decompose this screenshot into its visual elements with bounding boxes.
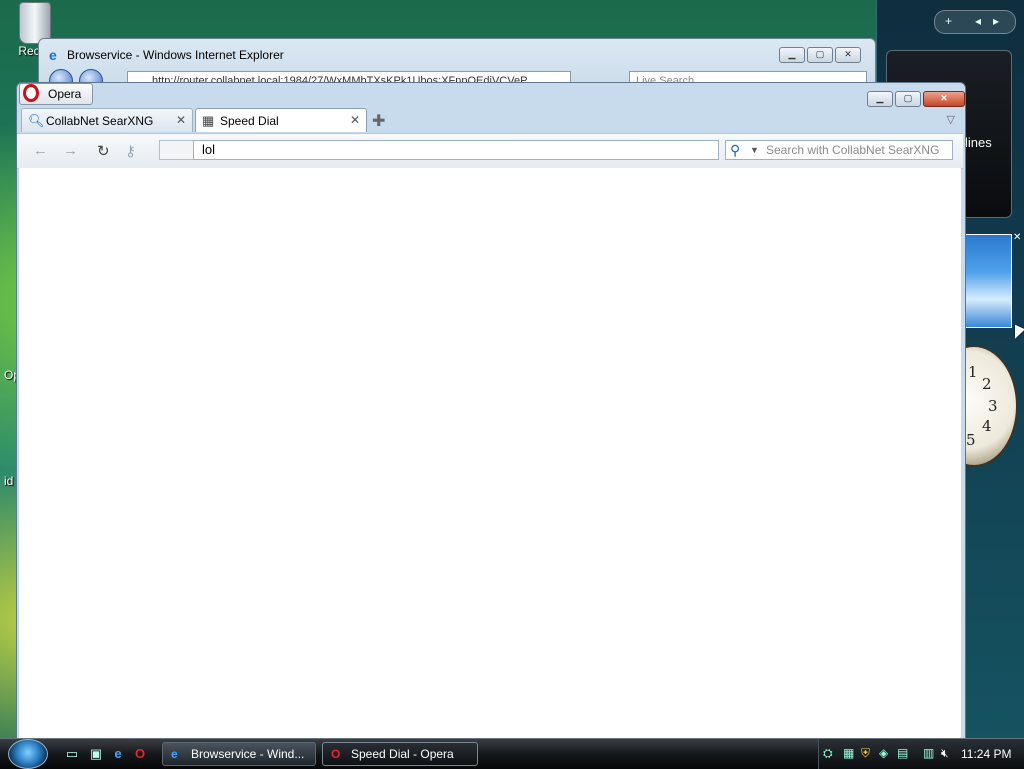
key-icon[interactable]: ⚷: [125, 142, 136, 160]
ie-icon: e: [49, 47, 57, 63]
sidebar-next-button[interactable]: ▸: [993, 14, 999, 28]
opera-icon: O: [331, 747, 341, 761]
security-shield-icon[interactable]: ⛨: [861, 746, 870, 761]
clock-number: 5: [966, 431, 976, 449]
search-input[interactable]: ⚲ ▼ Search with CollabNet SearXNG: [725, 140, 953, 160]
add-gadget-button[interactable]: +: [945, 14, 952, 28]
system-tray: ⛭ ▦ ⛨ ◈ ▤ ▥ 🔇︎ 11:24 PM: [818, 739, 1024, 769]
navigation-toolbar: ← → ↻ ⚷ lol ⚲ ▼ Search with CollabNet Se…: [17, 133, 963, 169]
clock-number: 2: [982, 375, 992, 393]
opera-logo-icon: [23, 84, 39, 102]
window-title: Browservice - Windows Internet Explorer: [67, 48, 284, 62]
switch-windows-icon[interactable]: ▣: [88, 746, 104, 762]
volume-muted-icon[interactable]: 🔇︎: [941, 746, 949, 761]
clock-number: 1: [968, 363, 978, 381]
forward-button[interactable]: →: [63, 142, 78, 159]
page-content[interactable]: [19, 168, 961, 738]
minimize-button[interactable]: ▁: [867, 91, 893, 107]
taskbar-item-opera[interactable]: O Speed Dial - Opera: [322, 742, 478, 766]
taskbar-item-ie[interactable]: e Browservice - Wind...: [162, 742, 316, 766]
taskbar-item-label: Speed Dial - Opera: [351, 747, 454, 761]
clock-number: 4: [982, 417, 992, 435]
search-placeholder: Search with CollabNet SearXNG: [766, 143, 940, 157]
window-controls: ▁ ▢ ✕: [867, 91, 965, 107]
close-button[interactable]: ✕: [923, 91, 965, 107]
sidebar-controls: + ◂ ▸: [934, 10, 1016, 34]
speed-dial-icon: ▦: [202, 113, 215, 128]
ie-icon: e: [171, 747, 178, 761]
tab-label: Speed Dial: [220, 114, 279, 128]
search-icon: 🔍︎: [28, 113, 45, 128]
tab-menu-chevron-down-icon[interactable]: ▽: [947, 113, 955, 126]
headlines-label: lines: [965, 135, 992, 150]
new-tab-button[interactable]: ✚: [372, 111, 385, 131]
address-input[interactable]: lol: [193, 140, 719, 160]
show-desktop-icon[interactable]: ▭: [64, 746, 80, 762]
opera-menu-button[interactable]: Opera: [19, 83, 93, 105]
tray-app-icon[interactable]: ▤: [897, 746, 908, 760]
ie-icon[interactable]: e: [110, 746, 126, 762]
network-icon[interactable]: ⛭: [823, 746, 833, 761]
desktop-icon-label[interactable]: id: [4, 474, 13, 488]
back-button[interactable]: ←: [33, 142, 48, 159]
opera-window[interactable]: Opera ▁ ▢ ✕ 🔍︎ CollabNet SearXNG ✕ ▦ Spe…: [16, 82, 966, 740]
search-icon: ⚲: [730, 142, 741, 158]
sidebar-prev-button[interactable]: ◂: [975, 14, 981, 28]
minimize-button[interactable]: ▁: [779, 47, 805, 63]
start-button[interactable]: [8, 739, 48, 769]
slideshow-gadget[interactable]: [964, 234, 1012, 328]
reload-button[interactable]: ↻: [97, 142, 110, 160]
system-clock[interactable]: 11:24 PM: [961, 747, 1011, 761]
tab-label: CollabNet SearXNG: [46, 114, 154, 128]
maximize-button[interactable]: ▢: [895, 91, 921, 107]
clock-number: 3: [988, 397, 998, 415]
close-tab-icon[interactable]: ✕: [350, 113, 360, 127]
window-controls: ▁ ▢ ✕: [779, 47, 861, 63]
close-button[interactable]: ✕: [835, 47, 861, 63]
tab-collabnet-searxng[interactable]: 🔍︎ CollabNet SearXNG ✕: [21, 108, 193, 132]
close-icon[interactable]: ✕: [1013, 232, 1021, 243]
tray-app-icon[interactable]: ▦: [843, 746, 854, 760]
search-engine-dropdown-icon[interactable]: ▼: [750, 141, 759, 159]
tab-speed-dial[interactable]: ▦ Speed Dial ✕: [195, 108, 367, 132]
close-tab-icon[interactable]: ✕: [176, 113, 186, 127]
opera-icon[interactable]: O: [132, 746, 148, 762]
tab-bar: 🔍︎ CollabNet SearXNG ✕ ▦ Speed Dial ✕ ✚ …: [17, 107, 963, 133]
taskbar: ▭ ▣ e O e Browservice - Wind... O Speed …: [0, 738, 1024, 769]
network-connection-icon[interactable]: ▥: [923, 746, 934, 760]
opera-menu-label: Opera: [48, 87, 82, 101]
taskbar-item-label: Browservice - Wind...: [191, 747, 305, 761]
tray-app-icon[interactable]: ◈: [879, 746, 888, 760]
maximize-button[interactable]: ▢: [807, 47, 833, 63]
site-info-button[interactable]: [159, 140, 193, 160]
